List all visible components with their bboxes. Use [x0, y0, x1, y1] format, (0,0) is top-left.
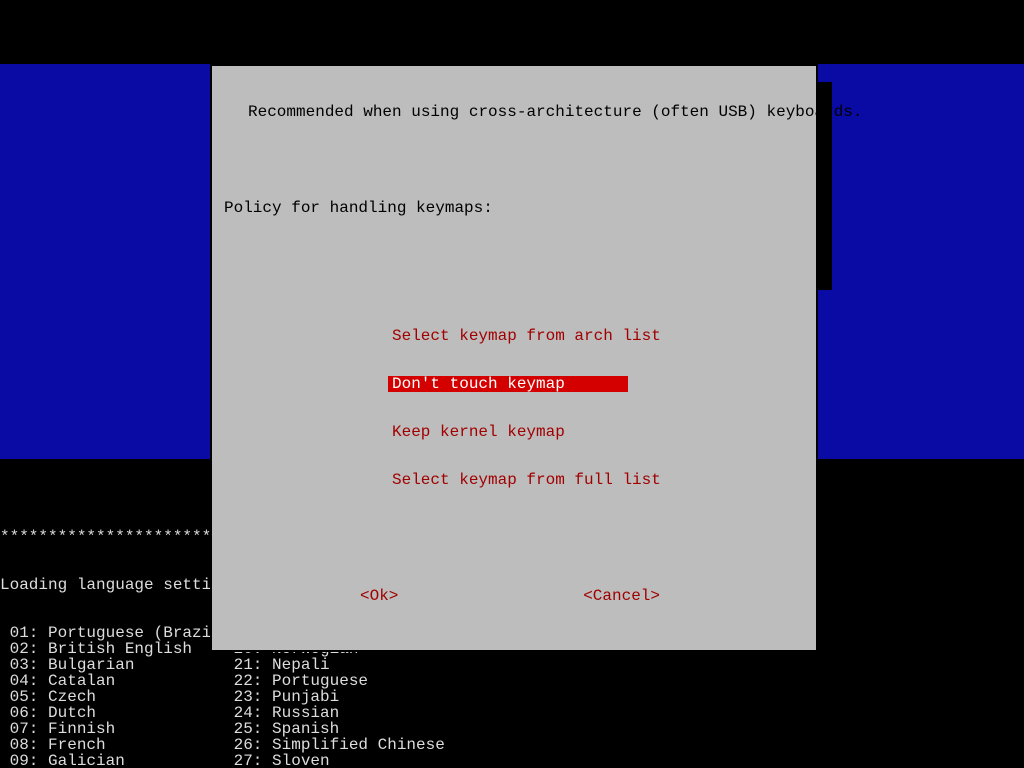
keymap-policy-dialog: Recommended when using cross-architectur…	[210, 64, 818, 652]
dialog-prompt: Policy for handling keymaps:	[212, 200, 816, 216]
option-full-list[interactable]: Select keymap from full list	[388, 472, 628, 488]
language-item: 27: Sloven	[224, 753, 570, 768]
cancel-button[interactable]: <Cancel>	[583, 588, 660, 604]
language-item: 26: Simplified Chinese	[224, 737, 570, 753]
language-item: 22: Portuguese	[224, 673, 570, 689]
language-item: 23: Punjabi	[224, 689, 570, 705]
language-item: 07: Finnish	[0, 721, 224, 737]
option-arch-list[interactable]: Select keymap from arch list	[388, 328, 628, 344]
option-dont-touch[interactable]: Don't touch keymap	[388, 376, 628, 392]
ok-button[interactable]: <Ok>	[360, 588, 398, 604]
language-item: 02: British English	[0, 641, 224, 657]
language-item: 09: Galician	[0, 753, 224, 768]
language-item: 08: French	[0, 737, 224, 753]
language-item: 03: Bulgarian	[0, 657, 224, 673]
language-item: 01: Portuguese (Brazilian)	[0, 625, 224, 641]
dialog-description: Recommended when using cross-architectur…	[212, 104, 816, 120]
language-col-left: 01: Portuguese (Brazilian) 02: British E…	[0, 625, 224, 768]
language-item: 06: Dutch	[0, 705, 224, 721]
dialog-options-list: Select keymap from arch list Don't touch…	[388, 296, 628, 520]
dialog-button-row: <Ok> <Cancel>	[212, 588, 816, 604]
blank-line	[212, 248, 816, 264]
blank-line	[212, 152, 816, 168]
option-keep-kernel[interactable]: Keep kernel keymap	[388, 424, 628, 440]
language-item: 05: Czech	[0, 689, 224, 705]
installer-background: Recommended when using cross-architectur…	[0, 64, 1024, 459]
language-item: 21: Nepali	[224, 657, 570, 673]
language-item: 25: Spanish	[224, 721, 570, 737]
language-item: 24: Russian	[224, 705, 570, 721]
language-item: 04: Catalan	[0, 673, 224, 689]
